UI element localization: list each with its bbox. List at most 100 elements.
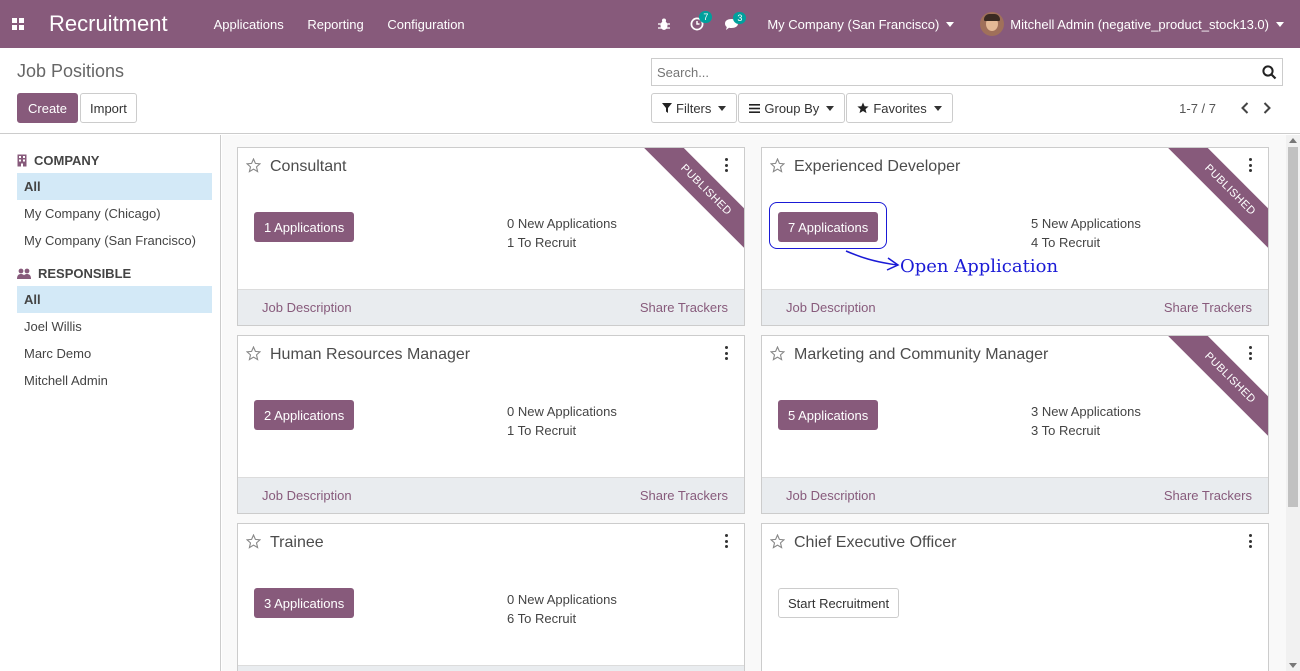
activities-clock-icon[interactable]: 7	[690, 11, 713, 31]
debug-bug-icon[interactable]	[658, 18, 671, 31]
company-switcher[interactable]: My Company (San Francisco)	[767, 16, 955, 32]
to-recruit-link[interactable]: 6 To Recruit	[507, 609, 617, 628]
job-card[interactable]: Marketing and Community Manager PUBLISHE…	[761, 335, 1269, 514]
company-switcher-label: My Company (San Francisco)	[767, 16, 940, 32]
filters-button[interactable]: Filters	[651, 93, 738, 123]
new-applications-link[interactable]: 5 New Applications	[1031, 214, 1141, 233]
chevron-down-icon	[933, 105, 942, 111]
annotation-highlight-box	[769, 202, 887, 249]
job-title: Human Resources Manager	[270, 346, 471, 363]
building-icon	[17, 154, 27, 166]
applications-button[interactable]: 2 Applications	[254, 400, 355, 430]
kanban-scrollbar[interactable]	[1286, 135, 1300, 671]
annotation-arrow-icon	[845, 250, 900, 271]
card-footer: Job Description Share Trackers	[762, 289, 1268, 325]
star-outline-icon[interactable]	[246, 346, 261, 361]
to-recruit-link[interactable]: 3 To Recruit	[1031, 421, 1141, 440]
job-description-link[interactable]: Job Description	[262, 300, 352, 315]
favorites-button[interactable]: Favorites	[846, 93, 953, 123]
company-heading-label: COMPANY	[34, 152, 100, 168]
share-trackers-link[interactable]: Share Trackers	[1164, 300, 1252, 315]
apps-menu-icon[interactable]	[0, 0, 36, 48]
search-input[interactable]	[652, 59, 1256, 85]
star-outline-icon[interactable]	[246, 534, 261, 549]
users-icon	[17, 268, 31, 279]
pager-value[interactable]: 1-7 / 7	[1179, 101, 1216, 116]
job-description-link[interactable]: Job Description	[262, 488, 352, 503]
share-trackers-link[interactable]: Share Trackers	[1164, 488, 1252, 503]
page-title: Job Positions	[17, 61, 125, 81]
share-trackers-link[interactable]: Share Trackers	[640, 300, 728, 315]
menu-applications[interactable]: Applications	[214, 17, 284, 32]
chevron-down-icon	[826, 105, 835, 111]
user-name: Mitchell Admin (negative_product_stock13…	[1010, 16, 1269, 32]
applications-button[interactable]: 3 Applications	[254, 588, 355, 618]
card-footer: Job Description Share Trackers	[762, 477, 1268, 513]
more-options-icon[interactable]	[1246, 346, 1254, 360]
scroll-down-icon[interactable]	[1289, 663, 1297, 668]
menu-reporting[interactable]: Reporting	[307, 17, 363, 32]
more-options-icon[interactable]	[722, 534, 730, 548]
job-card[interactable]: Human Resources Manager 2 Applications 0…	[237, 335, 745, 514]
create-button[interactable]: Create	[17, 93, 79, 123]
chevron-left-icon[interactable]	[1238, 100, 1252, 116]
more-options-icon[interactable]	[722, 158, 730, 172]
responsible-section-heading: RESPONSIBLE	[17, 262, 220, 284]
more-options-icon[interactable]	[1246, 534, 1254, 548]
star-outline-icon[interactable]	[770, 158, 785, 173]
responsible-heading-label: RESPONSIBLE	[38, 265, 132, 281]
messages-count-badge: 3	[733, 11, 747, 24]
search-icon[interactable]	[1256, 64, 1282, 80]
import-button[interactable]: Import	[80, 93, 137, 123]
new-applications-link[interactable]: 0 New Applications	[507, 402, 617, 421]
new-applications-link[interactable]: 0 New Applications	[507, 590, 617, 609]
chevron-down-icon	[946, 21, 955, 27]
more-options-icon[interactable]	[722, 346, 730, 360]
applications-button[interactable]: 5 Applications	[778, 400, 879, 430]
sidebar-item-responsible-all[interactable]: All	[17, 286, 212, 313]
sidebar-item-company-chicago[interactable]: My Company (Chicago)	[17, 200, 212, 227]
messages-chat-icon[interactable]: 3	[724, 11, 747, 31]
sidebar-item-company-san-francisco[interactable]: My Company (San Francisco)	[17, 227, 212, 254]
job-title: Marketing and Community Manager	[794, 346, 1049, 363]
to-recruit-link[interactable]: 1 To Recruit	[507, 421, 617, 440]
applications-button[interactable]: 1 Applications	[254, 212, 355, 242]
star-outline-icon[interactable]	[770, 346, 785, 361]
star-outline-icon[interactable]	[770, 534, 785, 549]
control-panel: Job Positions Create Import Filters Grou…	[0, 48, 1300, 134]
sidebar-item-joel-willis[interactable]: Joel Willis	[17, 313, 212, 340]
sidebar-item-marc-demo[interactable]: Marc Demo	[17, 340, 212, 367]
to-recruit-link[interactable]: 4 To Recruit	[1031, 233, 1141, 252]
card-footer: Job Description Share Trackers	[238, 289, 744, 325]
app-title: Recruitment	[49, 11, 168, 36]
job-description-link[interactable]: Job Description	[786, 488, 876, 503]
job-description-link[interactable]: Job Description	[786, 300, 876, 315]
sidebar-item-company-all[interactable]: All	[17, 173, 212, 200]
star-outline-icon[interactable]	[246, 158, 261, 173]
to-recruit-link[interactable]: 1 To Recruit	[507, 233, 617, 252]
menu-configuration[interactable]: Configuration	[387, 17, 464, 32]
more-options-icon[interactable]	[1246, 158, 1254, 172]
sidebar-item-mitchell-admin[interactable]: Mitchell Admin	[17, 367, 212, 394]
user-menu[interactable]: Mitchell Admin (negative_product_stock13…	[980, 12, 1284, 36]
top-navbar: Recruitment Applications Reporting Confi…	[0, 0, 1300, 48]
job-card[interactable]: Consultant PUBLISHED 1 Applications 0 Ne…	[237, 147, 745, 326]
card-footer: Job Description Share Trackers	[238, 665, 744, 671]
chevron-down-icon	[718, 105, 727, 111]
scroll-up-icon[interactable]	[1289, 138, 1297, 143]
job-card[interactable]: Trainee 3 Applications 0 New Application…	[237, 523, 745, 671]
group-by-button[interactable]: Group By	[738, 93, 846, 123]
chevron-right-icon[interactable]	[1260, 100, 1274, 116]
share-trackers-link[interactable]: Share Trackers	[640, 488, 728, 503]
job-title: Experienced Developer	[794, 158, 961, 175]
company-section-heading: COMPANY	[17, 149, 220, 171]
job-title: Consultant	[270, 158, 347, 175]
scrollbar-thumb[interactable]	[1288, 147, 1298, 507]
search-panel-sidebar: COMPANY All My Company (Chicago) My Comp…	[0, 135, 221, 671]
job-card[interactable]: Chief Executive Officer Start Recruitmen…	[761, 523, 1269, 671]
new-applications-link[interactable]: 3 New Applications	[1031, 402, 1141, 421]
list-icon	[749, 103, 761, 113]
new-applications-link[interactable]: 0 New Applications	[507, 214, 617, 233]
start-recruitment-button[interactable]: Start Recruitment	[778, 588, 900, 618]
card-footer: Job Description Share Trackers	[238, 477, 744, 513]
